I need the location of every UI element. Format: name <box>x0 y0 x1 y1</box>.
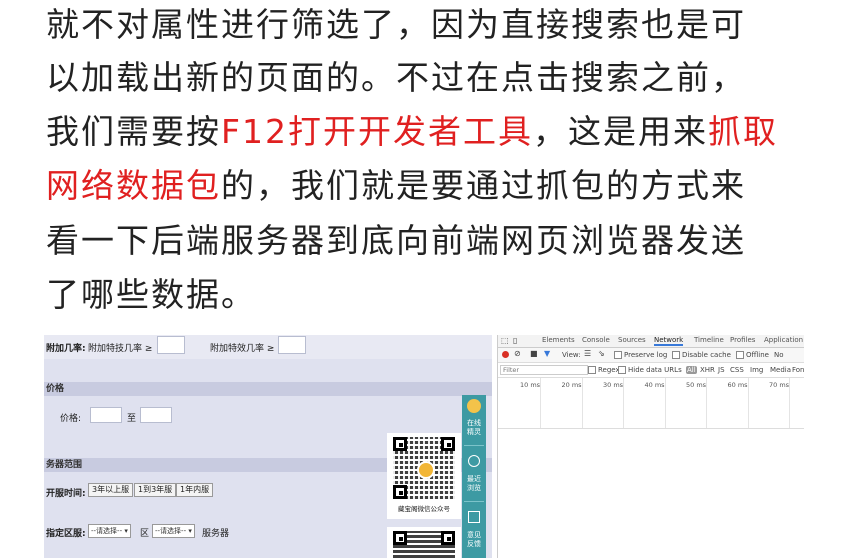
sidebar-item-recent[interactable]: 最近 浏览 <box>462 475 486 493</box>
embedded-screenshot: 附加几率: 附加特技几率 ≥ 附加特效几率 ≥ 价格 价格: 至 务器范围 开服… <box>44 335 804 558</box>
article-line: 看一下后端服务器到底向前端网页浏览器发送 <box>46 221 746 261</box>
timeline-gridline <box>706 378 707 428</box>
price-label: 价格: <box>60 414 82 424</box>
price-to-label: 至 <box>127 414 137 424</box>
article-line: 网络数据包的，我们就是要通过抓包的方式来 <box>46 166 746 206</box>
text-segment: 就不对属性进行筛选了，因为直接搜索也是可 <box>46 5 746 44</box>
devtools-panel: ⬚ ▯ Elements Console Sources Network Timelin… <box>497 335 804 558</box>
filter-type-media[interactable]: Media <box>770 366 791 374</box>
open-time-label: 开服时间: <box>46 489 86 499</box>
region-mid-label: 区 <box>140 529 150 539</box>
spirit-icon <box>467 399 481 413</box>
filter-type-font[interactable]: Font <box>792 366 804 374</box>
highlighted-text: 网络数据包 <box>46 166 221 205</box>
open-time-1y-button[interactable]: 1年内服 <box>176 483 214 497</box>
disable-cache-checkbox[interactable]: Disable cache <box>672 351 731 359</box>
filter-input[interactable] <box>500 365 588 375</box>
qr-caption: 藏宝阁微信公众号 <box>398 505 450 513</box>
device-icon[interactable]: ▯ <box>513 336 517 345</box>
timeline-tick-label: 10 ms <box>520 381 541 389</box>
region-label: 指定区服: <box>46 529 86 539</box>
tab-network[interactable]: Network <box>654 336 684 346</box>
offline-checkbox[interactable]: Offline <box>736 351 769 359</box>
devtools-tabbar: ⬚ ▯ Elements Console Sources Network Timelin… <box>498 335 804 348</box>
wechat-qr-card-2 <box>387 527 461 558</box>
price-section-header: 价格 <box>44 382 492 396</box>
timeline-tick-label: 70 ms <box>769 381 790 389</box>
filter-icon[interactable]: ▼ <box>544 349 550 358</box>
effect-rate-input[interactable] <box>278 336 306 354</box>
timeline-tick-label: 20 ms <box>561 381 582 389</box>
region-select[interactable]: --请选择-- ▾ <box>88 524 131 538</box>
waterfall-icon[interactable]: ⇘ <box>598 349 605 358</box>
server-select[interactable]: --请选择-- ▾ <box>152 524 195 538</box>
clear-icon[interactable]: ⊘ <box>514 349 521 358</box>
filter-type-js[interactable]: JS <box>718 366 725 374</box>
open-time-1to3y-button[interactable]: 1到3年服 <box>134 483 177 497</box>
article-line: 我们需要按F12打开开发者工具，这是用来抓取 <box>46 112 778 152</box>
timeline-tick-label: 30 ms <box>603 381 624 389</box>
filter-type-css[interactable]: CSS <box>730 366 744 374</box>
price-min-input[interactable] <box>90 407 122 423</box>
text-segment: 我们需要按 <box>46 112 221 151</box>
clock-icon <box>468 455 480 467</box>
price-max-input[interactable] <box>140 407 172 423</box>
edit-icon <box>468 511 480 523</box>
attribute-row: 附加几率: 附加特技几率 ≥ 附加特效几率 ≥ <box>44 335 492 359</box>
price-row: 价格: 至 <box>44 397 492 437</box>
filter-type-all[interactable]: All <box>686 366 697 374</box>
tab-console[interactable]: Console <box>582 336 610 344</box>
floating-sidebar: 在线 精灵 最近 浏览 意见 反馈 <box>462 395 486 558</box>
sidebar-item-online-spirit[interactable]: 在线 精灵 <box>462 419 486 437</box>
effect-rate-label: 附加特效几率 ≥ <box>210 344 275 354</box>
timeline-tick-label: 40 ms <box>644 381 665 389</box>
text-segment: 的，我们就是要通过抓包的方式来 <box>221 166 746 205</box>
network-timeline: 10 ms 20 ms 30 ms 40 ms 50 ms 60 ms 70 ms <box>498 378 804 429</box>
text-segment: 了哪些数据。 <box>46 275 256 314</box>
text-segment: ，这是用来 <box>532 112 708 151</box>
timeline-tick-label: 50 ms <box>686 381 707 389</box>
filter-type-xhr[interactable]: XHR <box>700 366 715 374</box>
article-line: 了哪些数据。 <box>46 275 256 315</box>
preserve-log-checkbox[interactable]: Preserve log <box>614 351 667 359</box>
timeline-gridline <box>623 378 624 428</box>
hide-data-urls-checkbox[interactable]: Hide data URLs <box>618 366 682 374</box>
timeline-tick-label: 60 ms <box>727 381 748 389</box>
sidebar-item-feedback[interactable]: 意见 反馈 <box>462 531 486 549</box>
server-suffix-label: 服务器 <box>202 529 230 539</box>
regex-checkbox[interactable]: Regex <box>588 366 620 374</box>
timeline-gridline <box>540 378 541 428</box>
skill-rate-input[interactable] <box>157 336 185 354</box>
tab-sources[interactable]: Sources <box>618 336 646 344</box>
tab-application[interactable]: Application <box>764 336 803 344</box>
filter-type-img[interactable]: Img <box>750 366 763 374</box>
tab-timeline[interactable]: Timeline <box>694 336 724 344</box>
timeline-gridline <box>789 378 790 428</box>
attribute-label: 附加几率: <box>46 344 86 354</box>
list-view-icon[interactable]: ☰ <box>584 349 591 358</box>
view-label: View: <box>562 351 581 359</box>
record-icon[interactable] <box>502 351 509 358</box>
article-line: 就不对属性进行筛选了，因为直接搜索也是可 <box>46 5 746 45</box>
webpage-panel: 附加几率: 附加特技几率 ≥ 附加特效几率 ≥ 价格 价格: 至 务器范围 开服… <box>44 335 492 558</box>
tab-elements[interactable]: Elements <box>542 336 575 344</box>
highlighted-text: 抓取 <box>707 112 778 151</box>
skill-rate-label: 附加特技几率 ≥ <box>88 344 153 354</box>
open-time-3y-button[interactable]: 3年以上服 <box>88 483 134 497</box>
throttle-select[interactable]: No <box>774 351 784 359</box>
network-toolbar: ⊘ ■ ▼ View: ☰ ⇘ Preserve log Disable cac… <box>498 348 804 363</box>
wechat-qr-card: 藏宝阁微信公众号 <box>387 433 461 519</box>
tab-profiles[interactable]: Profiles <box>730 336 755 344</box>
network-filter-bar: Regex Hide data URLs AllXHRJS CSS Img Media… <box>498 363 804 378</box>
text-segment: 看一下后端服务器到底向前端网页浏览器发送 <box>46 221 746 260</box>
article-line: 以加载出新的页面的。不过在点击搜索之前， <box>46 58 746 98</box>
text-segment: 以加载出新的页面的。不过在点击搜索之前， <box>46 58 746 97</box>
highlighted-text: F12打开开发者工具 <box>221 112 533 151</box>
qr-logo-icon <box>417 461 435 479</box>
camera-icon[interactable]: ■ <box>530 349 538 358</box>
inspect-icon[interactable]: ⬚ <box>501 336 509 345</box>
